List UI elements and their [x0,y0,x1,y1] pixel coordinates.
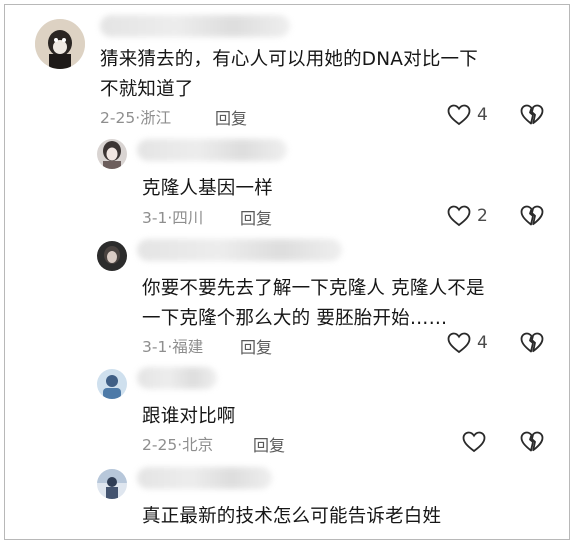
comment-date: 3-1 [142,209,168,227]
comment-meta: 2-25·浙江 [100,106,171,128]
like-button[interactable]: 4 [447,332,488,354]
like-button[interactable]: 4 [447,104,488,126]
avatar[interactable] [97,369,127,399]
heart-outline-icon [447,104,471,126]
comment-meta: 3-1·四川 [142,206,203,228]
like-button[interactable] [462,431,492,453]
comment-meta: 3-1·福建 [142,335,203,357]
like-count: 2 [477,206,488,226]
comment-date: 2-25 [100,109,136,127]
comment-list-screenshot: 猜来猜去的，有心人可以用她的DNA对比一下 不就知道了 2-25·浙江 回复 4… [4,4,570,540]
comment-text-line: 跟谁对比啊 [142,406,236,427]
reply-button[interactable]: 回复 [240,334,272,358]
reply-button[interactable]: 回复 [240,205,272,229]
username-blurred[interactable] [137,467,272,489]
like-button[interactable]: 2 [447,205,488,227]
avatar[interactable] [97,241,127,271]
comment-text-line: 不就知道了 [100,79,194,100]
comment-text-line: 克隆人基因一样 [142,178,273,199]
broken-heart-icon [520,431,544,452]
heart-outline-icon [447,332,471,354]
broken-heart-icon [520,104,544,125]
username-blurred[interactable] [137,367,217,389]
dislike-button[interactable] [520,104,544,126]
dislike-button[interactable] [520,205,544,227]
avatar[interactable] [35,19,85,69]
avatar[interactable] [97,469,127,499]
heart-outline-icon [462,431,486,453]
comment-location: 福建 [172,338,204,356]
heart-outline-icon [447,205,471,227]
comment-text-line: 你要不要先去了解一下克隆人 克隆人不是 [142,278,485,299]
dislike-button[interactable] [520,332,544,354]
like-count: 4 [477,105,488,125]
reply-button[interactable]: 回复 [253,432,285,456]
dislike-button[interactable] [520,431,544,453]
comment-text-line: 真正最新的技术怎么可能告诉老白姓 [142,506,442,527]
like-count: 4 [477,333,488,353]
comment-location: 北京 [182,436,214,454]
comment-date: 3-1 [142,338,168,356]
username-blurred[interactable] [137,239,342,261]
broken-heart-icon [520,205,544,226]
comment-date: 2-25 [142,436,178,454]
comment-location: 四川 [172,209,204,227]
comment-text-line: 一下克隆个那么大的 要胚胎开始…… [142,308,448,329]
comment-meta: 2-25·北京 [142,433,213,455]
avatar[interactable] [97,139,127,169]
reply-button[interactable]: 回复 [215,105,247,129]
comment-location: 浙江 [140,109,172,127]
username-blurred[interactable] [100,15,290,37]
broken-heart-icon [520,332,544,353]
username-blurred[interactable] [137,139,287,161]
comment-text-line: 猜来猜去的，有心人可以用她的DNA对比一下 [100,49,478,70]
